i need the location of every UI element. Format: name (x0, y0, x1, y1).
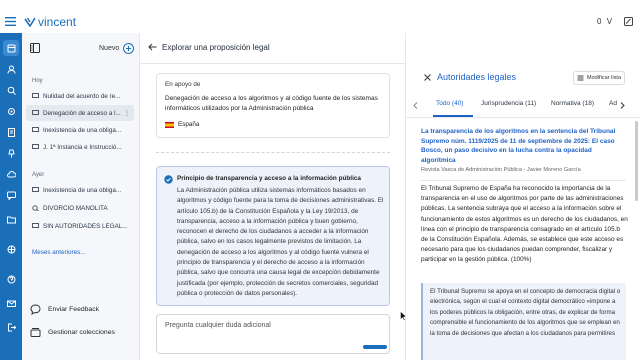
chat-item[interactable]: SIN AUTORIDADES LEGAL... (26, 218, 134, 234)
chat-item-selected[interactable]: Denegación de acceso a l... ⋮ (26, 105, 134, 121)
nav-logout-icon[interactable] (3, 319, 19, 335)
nav-chat-icon[interactable] (3, 187, 19, 203)
nav-settings-icon[interactable] (3, 103, 19, 119)
case-source: Revista Vasca de Administración Pública … (421, 167, 581, 173)
principle-text: La Administración pública utiliza sistem… (177, 187, 384, 297)
principle-card[interactable]: Principio de transparencia y acceso a la… (156, 166, 390, 306)
credits-counter: 0 V (597, 17, 612, 26)
tab-jurisprudencia[interactable]: Jurisprudencia (11) (481, 100, 536, 107)
chat-icon (32, 127, 39, 132)
chat-icon (32, 110, 39, 115)
support-text: Denegación de acceso a los algoritmos y … (165, 95, 378, 112)
proposition-panel: Explorar una proposición legal En apoyo … (140, 33, 405, 360)
window-icon[interactable] (624, 17, 633, 28)
scrollbar-thumb[interactable] (635, 121, 638, 201)
spain-flag-icon (165, 121, 174, 128)
app-logo: vincent (24, 15, 76, 29)
panel-title: Autoridades legales (437, 72, 517, 82)
page-title: Explorar una proposición legal (162, 43, 270, 52)
case-title-link[interactable]: La transparencia de los algoritmos en la… (421, 127, 616, 165)
credits-value: 0 (597, 17, 602, 26)
chat-icon (32, 93, 39, 98)
nav-document-icon[interactable] (3, 124, 19, 140)
send-button[interactable] (363, 345, 387, 349)
chat-item[interactable]: DIVORCIO MANOLITA (26, 200, 134, 216)
nav-globe-icon[interactable] (3, 241, 19, 257)
nav-help-icon[interactable] (3, 271, 19, 287)
chat-item[interactable]: Inexistencia de una obliga... (26, 182, 134, 198)
new-chat-button[interactable]: Nuevo (99, 43, 135, 54)
credits-unit: V (606, 17, 613, 26)
close-icon[interactable] (424, 74, 431, 83)
nav-search-icon[interactable] (3, 82, 19, 98)
menu-icon[interactable] (5, 17, 16, 28)
back-arrow-icon[interactable] (148, 43, 157, 53)
nav-user-icon[interactable] (3, 61, 19, 77)
list-icon (577, 75, 584, 81)
chat-icon (32, 223, 39, 228)
chat-item-label: Inexistencia de una obliga... (43, 186, 122, 194)
question-box[interactable]: Pregunta cualquier duda adicional (156, 314, 390, 354)
nav-folder-icon[interactable] (3, 211, 19, 227)
divider (140, 63, 405, 64)
nav-home-icon[interactable] (3, 40, 19, 56)
tab-all[interactable]: Todo (40) (436, 100, 463, 107)
chat-item-label: Inexistencia de una obliga... (43, 126, 122, 134)
tab-more[interactable]: Ad (609, 100, 617, 107)
jurisdiction: España (165, 121, 199, 128)
chat-item-label: SIN AUTORIDADES LEGAL... (43, 222, 128, 230)
chat-item-label: Nulidad del acuerdo de re... (43, 92, 121, 100)
new-chat-label: Nuevo (99, 45, 120, 52)
chat-item-label: Denegación de acceso a l... (43, 109, 121, 117)
divider (421, 180, 626, 181)
chevron-right-icon[interactable] (620, 102, 625, 111)
case-quote: El Tribunal Supremo se apoya en el conce… (421, 283, 626, 360)
collections-button[interactable]: Gestionar colecciones (30, 327, 115, 338)
navigation-rail (0, 33, 22, 360)
tab-bar: Todo (40) Jurisprudencia (11) Normativa … (406, 95, 640, 118)
collections-label: Gestionar colecciones (48, 329, 115, 336)
sidebar-toggle-icon[interactable] (30, 43, 40, 55)
chat-item[interactable]: Inexistencia de una obliga... (26, 122, 134, 138)
vincent-logo-icon (24, 17, 36, 27)
chat-icon (32, 144, 39, 149)
chat-item-label: DIVORCIO MANOLITA (43, 204, 108, 212)
legal-authorities-panel: Autoridades legales Modificar lista Todo… (405, 33, 640, 360)
separator (156, 152, 390, 153)
yesterday-heading: Ayer (32, 172, 45, 178)
nav-pin-icon[interactable] (3, 145, 19, 161)
chat-item[interactable]: J. 1ª Instancia e Instrucció... (26, 139, 134, 155)
more-options-icon[interactable]: ⋮ (124, 110, 130, 117)
support-card: En apoyo de Denegación de acceso a los a… (156, 73, 390, 138)
modify-list-label: Modificar lista (586, 75, 622, 81)
jurisdiction-label: España (178, 121, 200, 128)
case-summary: El Tribunal Supremo de España ha reconoc… (421, 185, 628, 264)
plus-circle-icon (123, 43, 135, 54)
active-tab-indicator (433, 115, 473, 117)
feedback-label: Enviar Feedback (48, 306, 100, 313)
modify-list-button[interactable]: Modificar lista (573, 71, 625, 85)
nav-mail-icon[interactable] (3, 295, 19, 311)
support-label: En apoyo de (165, 81, 201, 88)
app-name: vincent (38, 15, 77, 29)
chat-item-label: J. 1ª Instancia e Instrucció... (43, 143, 122, 151)
chevron-left-icon[interactable] (413, 102, 418, 111)
question-input[interactable]: Pregunta cualquier duda adicional (165, 322, 271, 329)
search-icon (32, 205, 39, 211)
speech-bubble-icon (30, 304, 41, 315)
quote-text: El Tribunal Supremo se apoya en el conce… (430, 288, 621, 337)
chat-icon (32, 187, 39, 192)
feedback-button[interactable]: Enviar Feedback (30, 304, 99, 315)
tab-normativa[interactable]: Normativa (18) (551, 100, 594, 107)
stack-icon (30, 328, 41, 337)
older-chats-link[interactable]: Meses anteriores... (32, 249, 86, 256)
today-heading: Hoy (32, 78, 43, 84)
check-circle-icon (164, 175, 173, 186)
chat-item[interactable]: Nulidad del acuerdo de re... (26, 88, 134, 104)
principle-title: Principio de transparencia y acceso a la… (177, 175, 361, 182)
nav-cloud-icon[interactable] (3, 166, 19, 182)
chat-sidebar: Nuevo Hoy Nulidad del acuerdo de re... D… (22, 33, 140, 360)
